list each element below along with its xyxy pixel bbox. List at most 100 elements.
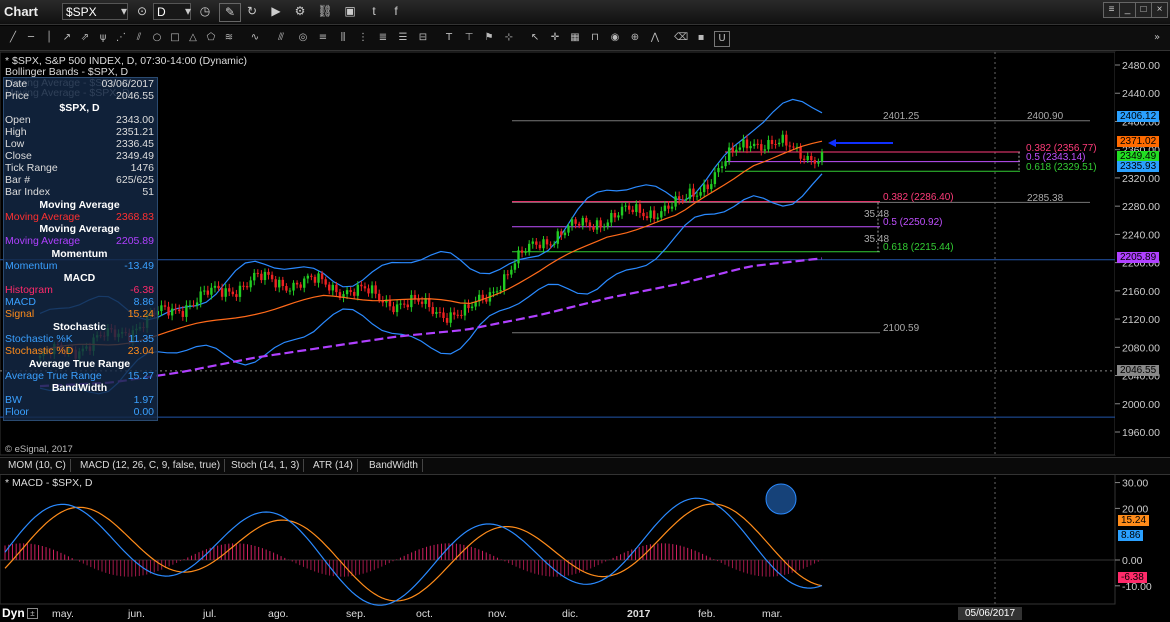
scale-toggle-icon[interactable]: ± [27,608,38,619]
candle-body [588,222,592,227]
candle-body [245,286,249,288]
candle-body [792,146,795,148]
price-tick-label: 2080.00 [1122,342,1160,354]
tab-bandwidth[interactable]: BandWidth [365,459,423,472]
candle-body [324,279,327,285]
candle-body [310,275,313,277]
candle-body [517,250,520,264]
candle-body [627,205,631,210]
candle-body [317,273,320,283]
candle-body [710,184,713,190]
legend-row-value: 11.35 [128,333,155,345]
candle-body [692,188,695,197]
candle-body [420,301,424,304]
candle-body [642,212,645,217]
data-window: Date 03/06/2017 Price 2046.55 $SPX, D Open… [3,56,158,421]
candle-body [663,205,667,212]
candle-body [585,217,588,223]
legend-row-value: 1.97 [133,394,154,406]
candle-body [353,291,356,296]
candle-body [285,286,288,291]
candle-body [199,291,202,303]
legend-row-label: Stochastic %K [5,333,73,345]
ma-header-2: Moving Average [39,223,120,235]
candle-body [492,291,495,293]
legend-row-value: 2343.00 [116,114,154,126]
candle-body [431,307,434,314]
legend-row: Stochastic %K 11.35 [3,333,156,345]
legend-row: Low 2336.45 [3,138,156,150]
tab-macd[interactable]: MACD (12, 26, C, 9, false, true) [76,459,226,472]
legend-row-value: 8.86 [133,296,154,308]
candle-body [767,140,770,150]
legend-row: Bar # 625/625 [3,174,156,186]
candle-body [677,196,681,200]
macd-histogram-tag: -6.38 [1118,572,1147,583]
tab-stoch[interactable]: Stoch (14, 1, 3) [227,459,305,472]
candle-body [392,306,395,313]
candle-body [702,184,706,193]
candle-body [167,306,170,316]
candle-body [313,276,317,283]
legend-row-value: -6.38 [130,284,154,296]
ma1-row: Moving Average 2368.83 [5,211,154,223]
candle-body [395,304,399,313]
candle-body [674,196,677,207]
candle-body [463,304,467,316]
legend-row-value: 1476 [130,162,154,174]
candle-body [270,274,274,280]
candle-body [435,312,438,314]
candle-body [652,210,656,219]
candle-body [260,273,263,281]
candle-body [635,204,638,213]
candle-body [181,311,185,317]
candle-body [274,279,277,288]
candle-body [695,195,699,197]
legend-row-label: Stochastic %D [5,345,74,357]
candle-body [577,223,581,226]
candle-body [599,220,602,228]
candle-body [552,243,556,245]
candle-body [810,156,813,161]
price-tick-label: 2160.00 [1122,286,1160,298]
candle-body [785,134,788,146]
legend-row-label: High [5,126,27,138]
candle-body [220,288,224,297]
tab-mom[interactable]: MOM (10, C) [4,459,71,472]
candle-body [331,284,335,291]
legend-symbol-title: $SPX, D [59,102,100,114]
candle-body [210,287,213,295]
candle-body [185,305,188,317]
candle-body [438,312,442,314]
candle-body [328,284,331,291]
candle-body [660,211,663,218]
tab-atr[interactable]: ATR (14) [309,459,358,472]
candle-body [520,250,524,253]
month-label: may. [52,608,74,620]
candle-body [731,147,734,152]
candle-body [217,285,220,289]
candle-body [727,147,731,162]
candle-body [363,286,367,289]
candle-body [524,251,527,253]
legend-row-label: Bar # [5,174,31,186]
macd-panel-bg [0,473,1116,605]
legend-row-value: 2336.45 [116,138,154,150]
legend-row-value: 23.04 [127,345,154,357]
candle-body [460,314,463,316]
candle-body [374,285,377,294]
legend-row-label: Tick Range [5,162,58,174]
fib-large-382: 0.382 (2286.40) [883,192,954,203]
candle-body [442,312,445,318]
candle-body [263,271,267,281]
candle-body [235,294,238,297]
candle-body [681,199,684,201]
indicator-tabs: MOM (10, C) MACD (12, 26, C, 9, false, t… [0,457,1170,475]
month-label: oct. [416,608,433,620]
month-label: jun. [127,608,145,620]
candle-body [160,305,163,312]
dynamic-label[interactable]: Dyn [2,606,25,620]
candle-body [742,139,745,148]
candle-body [192,305,195,307]
macd-panel-title: * MACD - $SPX, D [5,477,93,489]
